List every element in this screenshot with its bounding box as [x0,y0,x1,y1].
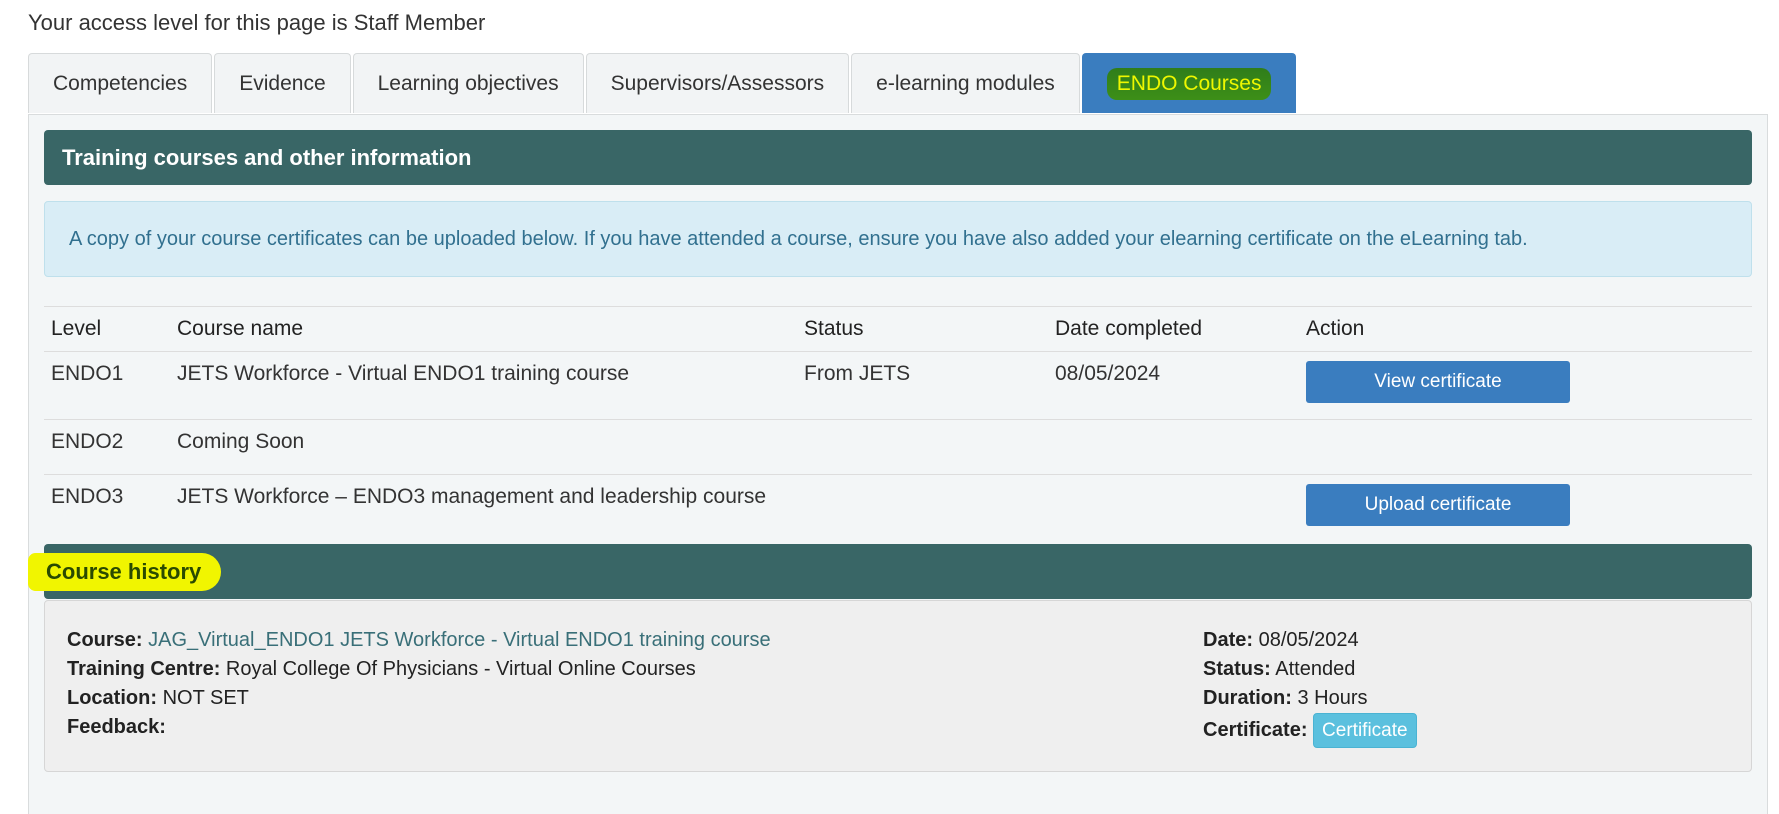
location-label: Location: [67,687,157,709]
section-header-course-history: Course history [28,544,1752,599]
status-label: Status: [1203,658,1271,680]
history-right-column: Date: 08/05/2024 Status: Attended Durati… [1203,626,1417,748]
cell-course-name: Coming Soon [170,419,797,475]
history-feedback-line: Feedback: [67,713,771,742]
status-value: Attended [1275,658,1356,680]
table-row: ENDO2 Coming Soon [44,419,1752,475]
cell-course-name: JETS Workforce - Virtual ENDO1 training … [170,351,797,420]
training-centre-label: Training Centre: [67,658,221,680]
certificate-button[interactable]: Certificate [1313,713,1417,748]
cell-date [1048,475,1299,541]
history-centre-line: Training Centre: Royal College Of Physic… [67,655,771,684]
info-text: A copy of your course certificates can b… [69,227,1528,250]
history-left-column: Course: JAG_Virtual_ENDO1 JETS Workforce… [67,626,771,742]
cell-level: ENDO1 [44,351,170,420]
cell-status [797,475,1048,541]
history-status-line: Status: Attended [1203,655,1417,684]
table-row: ENDO3 JETS Workforce – ENDO3 management … [44,475,1752,541]
location-value: NOT SET [162,687,249,709]
cell-date: 08/05/2024 [1048,351,1299,420]
tab-e-learning-modules[interactable]: e-learning modules [851,53,1080,113]
date-label: Date: [1203,629,1254,651]
column-header: Course name [170,306,797,352]
table-row: ENDO1 JETS Workforce - Virtual ENDO1 tra… [44,351,1752,420]
tab-competencies[interactable]: Competencies [28,53,213,113]
tab-endo-courses-label: ENDO Courses [1106,67,1272,100]
section-header-training: Training courses and other information [44,130,1752,185]
course-label: Course: [67,629,143,651]
course-link[interactable]: JAG_Virtual_ENDO1 JETS Workforce - Virtu… [148,629,770,651]
history-date-line: Date: 08/05/2024 [1203,626,1417,655]
cell-course-name: JETS Workforce – ENDO3 management and le… [177,485,767,508]
section-title: Course history [28,552,222,591]
certificate-label: Certificate: [1203,719,1308,741]
history-duration-line: Duration: 3 Hours [1203,684,1417,713]
history-location-line: Location: NOT SET [67,684,771,713]
info-alert: A copy of your course certificates can b… [44,201,1752,277]
date-value: 08/05/2024 [1258,629,1359,651]
tab-panel: Training courses and other information A… [28,114,1768,814]
column-header: Status [797,306,1048,352]
cell-action: View certificate [1299,351,1752,420]
feedback-label: Feedback: [67,716,166,738]
table-header-row: Level Course name Status Date completed … [44,306,1752,352]
tab-evidence[interactable]: Evidence [214,53,351,113]
tab-supervisors-assessors[interactable]: Supervisors/Assessors [585,53,850,113]
cell-action: Upload certificate [1299,475,1752,541]
column-header: Level [44,306,170,352]
duration-value: 3 Hours [1297,687,1368,709]
upload-certificate-button[interactable]: Upload certificate [1306,484,1570,526]
tab-learning-objectives[interactable]: Learning objectives [352,53,584,113]
cell-status: From JETS [797,351,1048,420]
training-centre-value: Royal College Of Physicians - Virtual On… [225,658,696,680]
cell-action [1299,419,1752,475]
access-level-text: Your access level for this page is Staff… [28,10,486,35]
tab-bar: Competencies Evidence Learning objective… [28,53,1298,115]
history-course-line: Course: JAG_Virtual_ENDO1 JETS Workforce… [67,626,771,655]
column-header: Date completed [1048,306,1299,352]
section-title: Training courses and other information [62,144,472,170]
column-header: Action [1299,306,1752,352]
cell-level: ENDO3 [51,485,124,508]
cell-date [1048,419,1299,475]
view-certificate-button[interactable]: View certificate [1306,361,1570,403]
course-history-card: Course: JAG_Virtual_ENDO1 JETS Workforce… [44,600,1752,772]
history-certificate-line: Certificate: Certificate [1203,713,1417,748]
courses-table: Level Course name Status Date completed … [44,306,1752,540]
tab-endo-courses[interactable]: ENDO Courses [1081,53,1297,113]
cell-level: ENDO2 [44,419,170,475]
cell-status [797,419,1048,475]
duration-label: Duration: [1203,687,1292,709]
